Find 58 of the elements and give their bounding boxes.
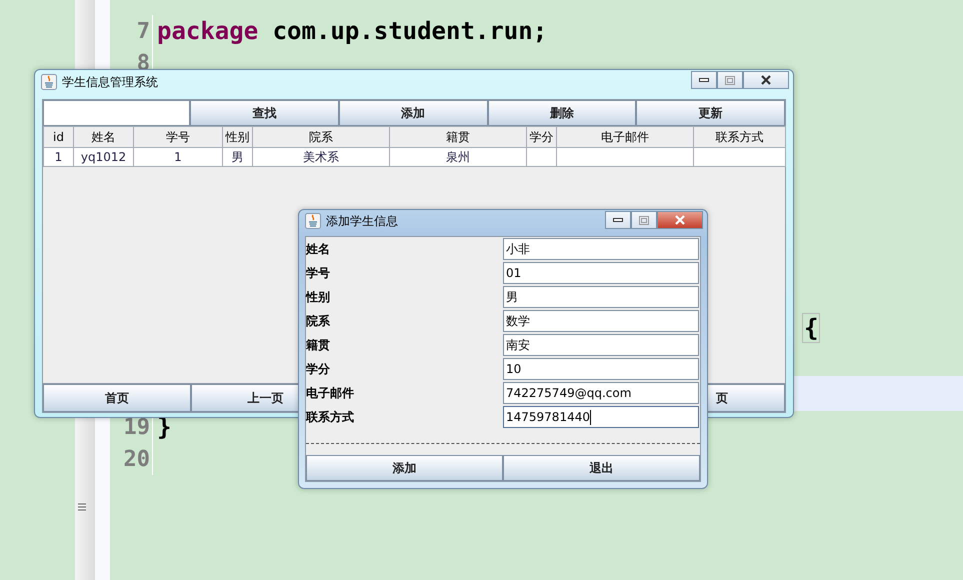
column-header[interactable]: 院系	[252, 126, 390, 148]
close-icon	[760, 75, 772, 85]
app-icon	[305, 213, 321, 229]
app-icon	[41, 74, 57, 90]
table-cell: 1	[134, 148, 222, 166]
input-field[interactable]: 01	[503, 262, 699, 284]
code-line: package com.up.student.run;	[157, 17, 548, 45]
input-field[interactable]: 小非	[503, 238, 699, 260]
table-cell: 男	[222, 148, 252, 166]
search-field[interactable]	[43, 100, 190, 126]
toolbar-button[interactable]: 更新	[636, 100, 785, 126]
column-header[interactable]: id	[44, 126, 74, 148]
input-field[interactable]: 南安	[503, 334, 699, 356]
field-label: 学号	[306, 264, 331, 282]
toolbar-button[interactable]: 查找	[190, 100, 339, 126]
column-header[interactable]: 电子邮件	[556, 126, 694, 148]
table-cell	[526, 148, 556, 166]
input-field[interactable]: 数学	[503, 310, 699, 332]
toolbar-button[interactable]: 添加	[338, 100, 488, 126]
dialog-title: 添加学生信息	[326, 212, 398, 230]
code-brace: {	[802, 313, 820, 343]
table-cell: 1	[44, 148, 74, 166]
line-number: 7	[136, 18, 150, 44]
input-field[interactable]: 10	[503, 358, 699, 380]
grip-icon	[78, 503, 86, 511]
field-label: 姓名	[306, 240, 331, 258]
column-header[interactable]: 联系方式	[694, 126, 786, 148]
table-cell: yq1012	[74, 148, 134, 166]
close-icon	[674, 215, 686, 225]
field-label: 性别	[306, 288, 331, 306]
toolbar-button[interactable]: 删除	[488, 100, 636, 126]
minimize-icon	[613, 217, 623, 223]
field-label: 学分	[306, 360, 331, 378]
maximize-icon	[639, 216, 649, 224]
line-number: 19	[124, 414, 150, 440]
dialog-button[interactable]: 退出	[503, 455, 700, 481]
column-header[interactable]: 性别	[222, 126, 252, 148]
page-button[interactable]: 首页	[43, 384, 192, 412]
close-button[interactable]	[657, 211, 703, 229]
table-cell: 泉州	[390, 148, 526, 166]
input-field[interactable]: 14759781440	[503, 406, 699, 428]
window-title: 学生信息管理系统	[62, 74, 158, 90]
field-label: 院系	[306, 312, 331, 330]
column-header[interactable]: 学分	[526, 126, 556, 148]
dialog-button[interactable]: 添加	[306, 455, 503, 481]
minimize-button[interactable]	[691, 71, 717, 89]
column-header[interactable]: 姓名	[74, 126, 134, 148]
maximize-icon	[725, 76, 735, 84]
minimize-icon	[699, 77, 709, 83]
table-cell: 美术系	[252, 148, 390, 166]
input-field[interactable]: 742275749@qq.com	[503, 382, 699, 404]
close-button[interactable]	[743, 71, 789, 89]
minimize-button[interactable]	[605, 211, 631, 229]
field-label: 籍贯	[306, 336, 331, 354]
column-header[interactable]: 籍贯	[390, 126, 526, 148]
input-field[interactable]: 男	[503, 286, 699, 308]
line-number: 20	[124, 446, 150, 472]
column-header[interactable]: 学号	[134, 126, 222, 148]
